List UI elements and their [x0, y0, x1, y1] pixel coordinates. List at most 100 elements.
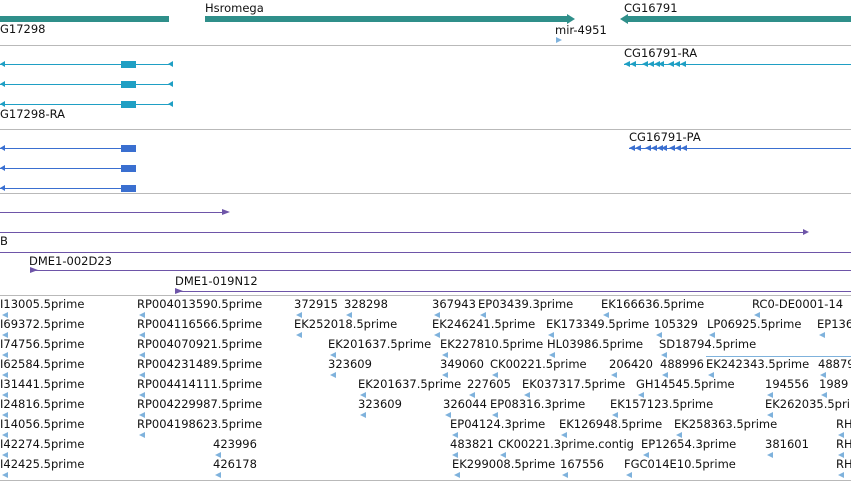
est-label[interactable]: RC0-DE0001-14	[752, 298, 843, 311]
transcript-exon-arrow	[635, 145, 641, 151]
est-label[interactable]: EP136	[817, 318, 851, 331]
transcript-label-g17298-ra[interactable]: G17298-RA	[0, 108, 65, 121]
est-label[interactable]: RP004229987.5prime	[137, 398, 262, 411]
est-label[interactable]: EK201637.5prime	[328, 338, 431, 351]
est-label[interactable]: 323609	[328, 358, 372, 371]
est-label[interactable]: RH	[836, 458, 851, 471]
est-label[interactable]: EK246241.5prime	[432, 318, 535, 331]
est-label[interactable]: 349060	[440, 358, 484, 371]
est-label[interactable]: 367943	[432, 298, 476, 311]
est-label[interactable]: I74756.5prime	[0, 338, 84, 351]
est-label[interactable]: RP004231489.5prime	[137, 358, 262, 371]
gene-label-hsromega[interactable]: Hsromega	[205, 2, 264, 15]
est-feature-marker[interactable]	[360, 412, 366, 418]
clone-line[interactable]	[0, 212, 224, 213]
gene-label-g17298[interactable]: G17298	[0, 23, 46, 36]
est-feature-marker[interactable]	[215, 472, 221, 478]
est-feature-marker[interactable]	[454, 472, 460, 478]
est-label[interactable]: I31441.5prime	[0, 378, 84, 391]
est-label[interactable]: 323609	[358, 398, 402, 411]
est-label[interactable]: EK126948.5prime	[559, 418, 662, 431]
est-label[interactable]: FGC014E10.5prime	[624, 458, 736, 471]
est-feature-marker[interactable]	[330, 372, 336, 378]
est-feature-marker[interactable]	[767, 452, 773, 458]
genome-browser-canvas[interactable]: Hsromega CG16791 G17298 mir-4951 CG16791…	[0, 0, 851, 481]
clone-line[interactable]	[175, 291, 851, 292]
est-label[interactable]: EK157123.5prime	[610, 398, 713, 411]
est-label[interactable]: EK242343.5prime	[706, 358, 809, 371]
mirna-marker[interactable]	[556, 37, 562, 43]
est-label[interactable]: EK166636.5prime	[601, 298, 704, 311]
est-label[interactable]: 326044	[443, 398, 487, 411]
est-label[interactable]: 488996	[660, 358, 704, 371]
est-label[interactable]: EK227810.5prime	[440, 338, 543, 351]
clone-line[interactable]	[30, 270, 851, 271]
est-label[interactable]: GH14545.5prime	[636, 378, 735, 391]
est-label[interactable]: RP004013590.5prime	[137, 298, 262, 311]
est-label[interactable]: EP04124.3prime	[450, 418, 545, 431]
gene-bar-hsromega[interactable]	[205, 16, 568, 22]
est-feature-marker[interactable]	[626, 472, 632, 478]
est-label[interactable]: 206420	[609, 358, 653, 371]
est-label[interactable]: HL03986.5prime	[547, 338, 643, 351]
est-label[interactable]: EK262035.5pri	[765, 398, 850, 411]
est-feature-marker[interactable]	[296, 332, 302, 338]
est-label[interactable]: I62584.5prime	[0, 358, 84, 371]
est-label[interactable]: 328298	[344, 298, 388, 311]
est-label[interactable]: RP004198623.5prime	[137, 418, 262, 431]
est-label[interactable]: I42274.5prime	[0, 438, 84, 451]
est-label[interactable]: EP03439.3prime	[478, 298, 573, 311]
est-label[interactable]: 227605	[467, 378, 511, 391]
est-feature-marker[interactable]	[139, 432, 145, 438]
est-feature-marker[interactable]	[2, 472, 8, 478]
transcript-label-cg16791-pa[interactable]: CG16791-PA	[629, 131, 701, 144]
est-label[interactable]: RP004414111.5prime	[137, 378, 262, 391]
clone-label-dme1-002d23[interactable]: DME1-002D23	[29, 255, 112, 268]
est-label[interactable]: EK037317.5prime	[522, 378, 625, 391]
est-label[interactable]: 372915	[294, 298, 338, 311]
est-label[interactable]: I13005.5prime	[0, 298, 84, 311]
mirna-label[interactable]: mir-4951	[555, 24, 607, 37]
est-label[interactable]: EK258363.5prime	[674, 418, 777, 431]
est-label[interactable]: 105329	[654, 318, 698, 331]
est-label[interactable]: I24816.5prime	[0, 398, 84, 411]
est-label[interactable]: 1989	[819, 378, 848, 391]
est-label[interactable]: 194556	[765, 378, 809, 391]
transcript-label-cg16791-ra[interactable]: CG16791-RA	[624, 47, 697, 60]
est-label[interactable]: SD18794.5prime	[659, 338, 756, 351]
est-feature-marker[interactable]	[562, 472, 568, 478]
clone-label-b[interactable]: B	[0, 235, 8, 248]
est-label[interactable]: 426178	[213, 458, 257, 471]
gene-label-cg16791[interactable]: CG16791	[624, 2, 678, 15]
est-label[interactable]: EP08316.3prime	[490, 398, 585, 411]
est-label[interactable]: I69372.5prime	[0, 318, 84, 331]
est-label[interactable]: 483821	[450, 438, 494, 451]
est-label[interactable]: RP004116566.5prime	[137, 318, 262, 331]
est-label[interactable]: EK201637.5prime	[358, 378, 461, 391]
gene-arrow-cg16791	[620, 14, 628, 24]
clone-line[interactable]	[0, 232, 806, 233]
est-label[interactable]: I42425.5prime	[0, 458, 84, 471]
transcript-start-arrow	[0, 81, 5, 87]
est-label[interactable]: LP06925.5prime	[707, 318, 801, 331]
est-label[interactable]: EK173349.5prime	[546, 318, 649, 331]
est-label[interactable]: 423996	[213, 438, 257, 451]
est-label[interactable]: EK299008.5prime	[452, 458, 555, 471]
clone-line[interactable]	[0, 252, 851, 253]
est-label[interactable]: 48879	[818, 358, 851, 371]
gene-bar-cg16791[interactable]	[628, 16, 851, 22]
est-label[interactable]: RP004070921.5prime	[137, 338, 262, 351]
transcript-exon	[121, 81, 136, 88]
est-label[interactable]: CK00221.3prime.contig	[498, 438, 634, 451]
est-label[interactable]: 381601	[765, 438, 809, 451]
est-label[interactable]: RH	[836, 418, 851, 431]
est-feature-marker[interactable]	[838, 472, 844, 478]
est-label[interactable]: RH	[836, 438, 851, 451]
est-label[interactable]: EP12654.3prime	[641, 438, 736, 451]
est-feature-marker[interactable]	[819, 332, 825, 338]
clone-label-dme1-019n12[interactable]: DME1-019N12	[175, 275, 258, 288]
est-label[interactable]: CK00221.5prime	[490, 358, 587, 371]
est-label[interactable]: EK252018.5prime	[294, 318, 397, 331]
est-label[interactable]: 167556	[560, 458, 604, 471]
est-label[interactable]: I14056.5prime	[0, 418, 84, 431]
